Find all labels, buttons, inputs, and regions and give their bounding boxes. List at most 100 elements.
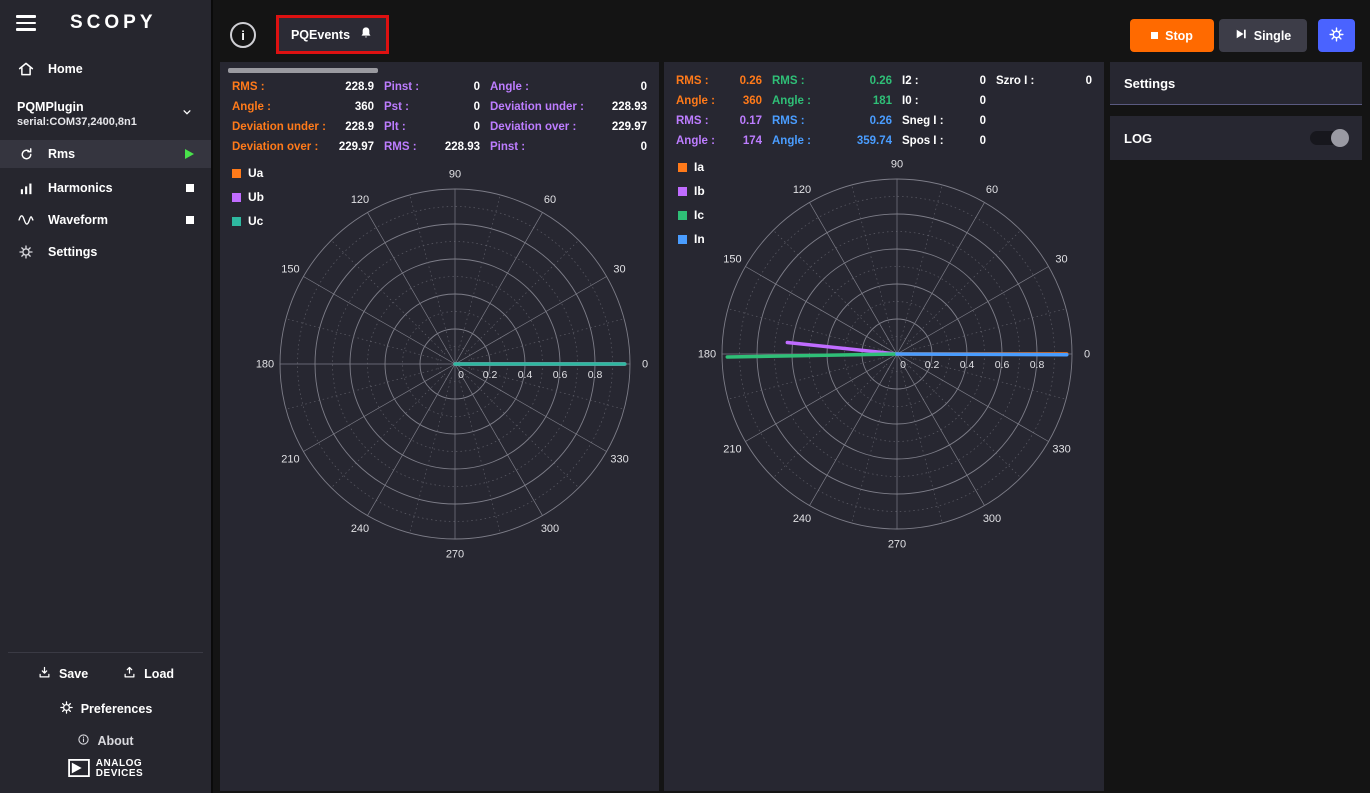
- stop-icon: [1151, 32, 1158, 39]
- settings-panel-header: Settings: [1110, 62, 1362, 105]
- sidebar-item-home[interactable]: Home: [0, 54, 211, 84]
- sidebar-item-harmonics[interactable]: Harmonics: [0, 174, 211, 202]
- stop-button[interactable]: Stop: [1130, 19, 1214, 52]
- settings-panel-title: Settings: [1124, 76, 1175, 91]
- sidebar-item-label: Rms: [48, 147, 75, 161]
- brand-line2: DEVICES: [96, 769, 143, 779]
- svg-text:210: 210: [723, 444, 741, 456]
- legend-label: Ua: [248, 166, 263, 180]
- legend-label: Ib: [694, 184, 705, 198]
- legend-item[interactable]: Uc: [232, 214, 264, 228]
- toggle-knob[interactable]: [1331, 129, 1349, 147]
- svg-text:0.8: 0.8: [1030, 359, 1045, 371]
- stat-cell: Angle :360: [676, 95, 762, 107]
- device-name: PQMPlugin: [17, 100, 137, 114]
- svg-text:90: 90: [449, 169, 461, 181]
- legend-item[interactable]: Ub: [232, 190, 264, 204]
- svg-text:330: 330: [610, 454, 628, 466]
- sidebar-item-waveform[interactable]: Waveform: [0, 206, 211, 234]
- stat-cell: Angle :360: [232, 101, 374, 113]
- sidebar-item-label: Settings: [48, 245, 97, 259]
- svg-text:180: 180: [698, 349, 716, 361]
- sidebar-header: SCOPY: [0, 0, 211, 46]
- svg-text:90: 90: [891, 159, 903, 171]
- svg-text:330: 330: [1052, 444, 1070, 456]
- load-label: Load: [144, 667, 174, 681]
- load-button[interactable]: Load: [122, 665, 174, 683]
- sine-wave-icon: [17, 211, 35, 229]
- stop-label: Stop: [1165, 29, 1193, 43]
- sidebar-item-label: Home: [48, 62, 83, 76]
- voltage-polar-chart[interactable]: 030609012015018021024027030033000.20.40.…: [245, 154, 665, 574]
- sidebar: SCOPY Home PQMPlugin serial:COM37,2400,8…: [0, 0, 213, 793]
- stat-cell: RMS :0.26: [772, 115, 892, 127]
- legend-item[interactable]: Ua: [232, 166, 264, 180]
- refresh-icon: [17, 145, 35, 163]
- svg-text:240: 240: [793, 513, 811, 525]
- stat-cell: Angle :181: [772, 95, 892, 107]
- single-label: Single: [1254, 29, 1292, 43]
- voltage-panel: RMS :228.9 Pinst :0 Angle :0 Angle :360 …: [220, 62, 659, 791]
- sidebar-item-settings[interactable]: Settings: [0, 238, 211, 266]
- annotation-highlight: PQEvents: [276, 15, 389, 54]
- chevron-down-icon[interactable]: [180, 105, 194, 124]
- svg-text:150: 150: [281, 264, 299, 276]
- stat-cell: Szro I :0: [996, 75, 1092, 87]
- legend-swatch: [678, 187, 687, 196]
- stat-cell: Pst :0: [384, 101, 480, 113]
- info-icon: [77, 733, 90, 749]
- play-icon[interactable]: [185, 149, 194, 159]
- sidebar-device-pqmplugin[interactable]: PQMPlugin serial:COM37,2400,8n1: [0, 92, 211, 136]
- svg-text:30: 30: [1055, 254, 1067, 266]
- legend-swatch: [678, 211, 687, 220]
- bell-icon: [358, 25, 374, 44]
- save-icon: [37, 665, 52, 683]
- menu-icon[interactable]: [16, 15, 36, 31]
- info-button[interactable]: [230, 22, 256, 48]
- sidebar-item-rms[interactable]: Rms: [0, 140, 211, 168]
- svg-text:300: 300: [983, 513, 1001, 525]
- svg-text:0.6: 0.6: [995, 359, 1010, 371]
- legend-item[interactable]: Ia: [678, 160, 705, 174]
- legend-swatch: [678, 163, 687, 172]
- single-button[interactable]: Single: [1219, 19, 1307, 52]
- stat-cell: Deviation over :229.97: [232, 141, 374, 153]
- svg-text:300: 300: [541, 523, 559, 535]
- stop-icon[interactable]: [186, 184, 194, 192]
- gear-icon: [1328, 26, 1345, 46]
- divider: [8, 652, 203, 653]
- legend-label: Ub: [248, 190, 264, 204]
- svg-text:240: 240: [351, 523, 369, 535]
- svg-text:120: 120: [351, 194, 369, 206]
- svg-text:0: 0: [458, 369, 464, 381]
- pqevents-button[interactable]: PQEvents: [279, 18, 386, 51]
- svg-text:210: 210: [281, 454, 299, 466]
- svg-text:0: 0: [900, 359, 906, 371]
- svg-text:0.2: 0.2: [483, 369, 498, 381]
- about-button[interactable]: About: [77, 733, 133, 749]
- stat-cell: Pinst :0: [384, 81, 480, 93]
- log-toggle[interactable]: [1310, 131, 1348, 145]
- stat-cell: Deviation under :228.93: [490, 101, 647, 113]
- log-label: LOG: [1124, 131, 1152, 146]
- legend-item[interactable]: Ic: [678, 208, 705, 222]
- legend-item[interactable]: In: [678, 232, 705, 246]
- stop-icon[interactable]: [186, 216, 194, 224]
- preferences-button[interactable]: Preferences: [59, 700, 153, 718]
- stat-cell: RMS :228.93: [384, 141, 480, 153]
- current-legend: Ia Ib Ic In: [678, 160, 705, 246]
- current-polar-chart[interactable]: 030609012015018021024027030033000.20.40.…: [687, 144, 1107, 564]
- svg-text:60: 60: [544, 194, 556, 206]
- stat-cell: Sneg I :0: [902, 115, 986, 127]
- legend-item[interactable]: Ib: [678, 184, 705, 198]
- save-button[interactable]: Save: [37, 665, 88, 683]
- current-stats: RMS :0.26 RMS :0.26 I2 :0 Szro I :0 Angl…: [676, 73, 1092, 149]
- stat-cell: I2 :0: [902, 75, 986, 87]
- home-icon: [17, 60, 35, 78]
- gear-icon: [59, 700, 74, 718]
- stat-cell: Deviation under :228.9: [232, 121, 374, 133]
- panel-settings-button[interactable]: [1318, 19, 1355, 52]
- legend-label: Ic: [694, 208, 704, 222]
- stat-cell: Angle :0: [490, 81, 647, 93]
- svg-text:0: 0: [642, 359, 648, 371]
